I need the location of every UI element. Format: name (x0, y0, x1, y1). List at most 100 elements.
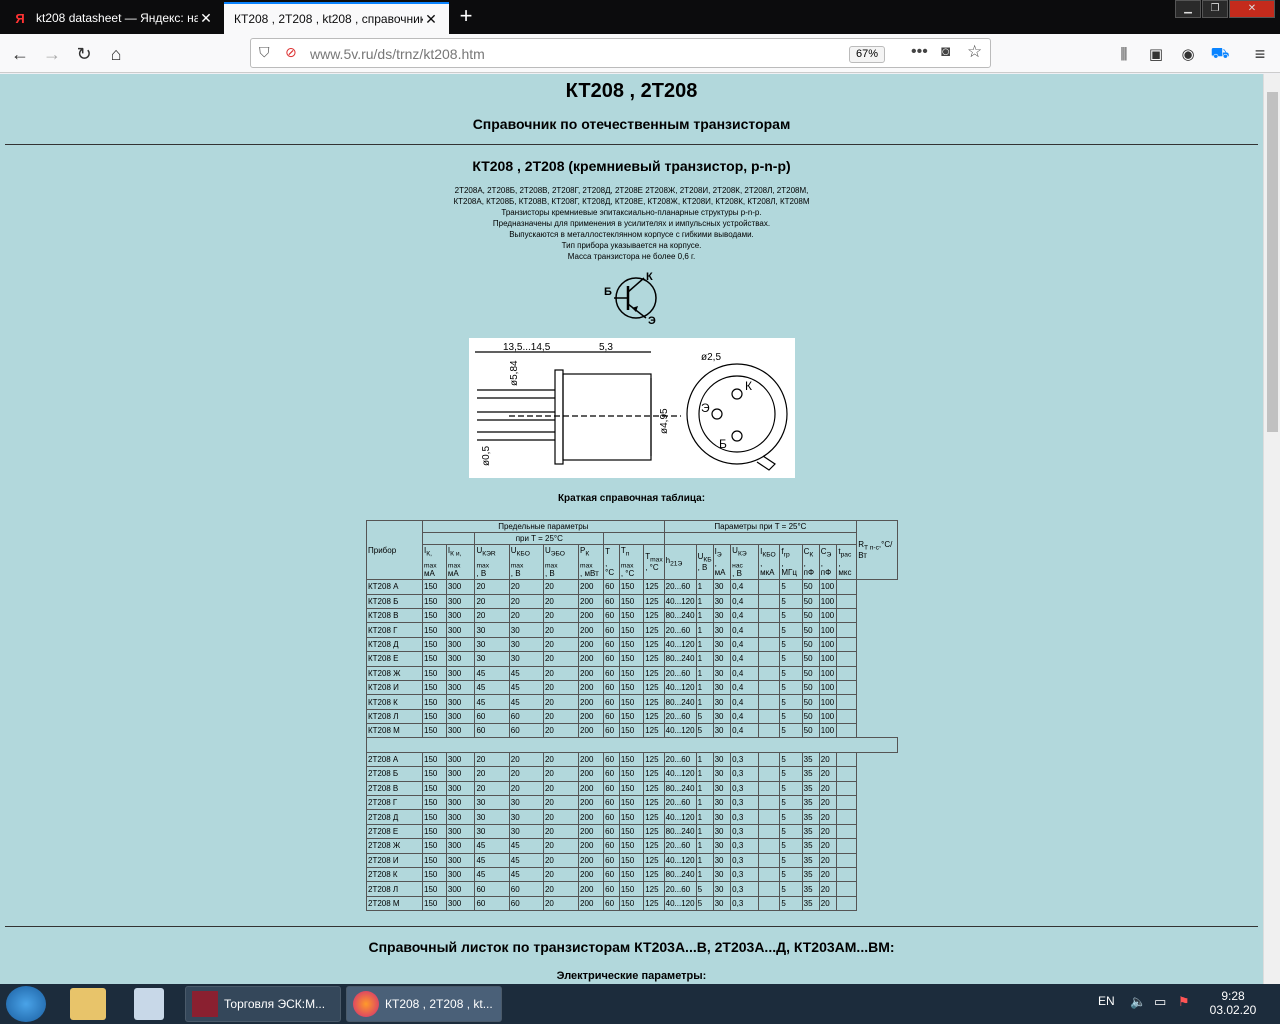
value-cell: 300 (445, 809, 476, 825)
home-icon[interactable]: ⌂ (102, 40, 130, 68)
value-cell (758, 607, 781, 624)
device-cell: КТ208 Ж (366, 665, 423, 681)
value-cell: 30 (712, 895, 732, 912)
value-cell: 45 (474, 679, 510, 696)
value-cell: 150 (422, 622, 447, 638)
scroll-thumb[interactable] (1267, 92, 1278, 432)
table-row: 2Т208 Б 150 300 20 20 20 200 60 150 125 40...120 1 3… (366, 766, 898, 782)
bookmark-star-icon[interactable]: ☆ (967, 42, 982, 62)
account-icon[interactable]: ◉ (1174, 40, 1202, 68)
value-cell: 50 (801, 636, 820, 653)
back-icon[interactable]: ← (6, 40, 34, 68)
menu-icon[interactable]: ≡ (1246, 40, 1274, 68)
url-bar[interactable]: ⛉ ⊘ www.5v.ru/ds/trnz/kt208.htm 67% ••• … (250, 38, 991, 68)
tab-yandex[interactable]: Я kt208 datasheet — Яндекс: на ✕ (2, 2, 224, 34)
value-cell: 45 (508, 838, 544, 854)
value-cell: 20 (474, 593, 510, 609)
start-button[interactable] (6, 986, 46, 1022)
value-cell: 30 (474, 622, 510, 638)
table-row: КТ208 Г 150 300 30 30 20 200 60 150 125 20...60 1 30… (366, 622, 898, 638)
new-tab-button[interactable]: + (452, 2, 480, 32)
value-cell: 5 (779, 636, 803, 653)
value-cell: 0,3 (730, 852, 760, 869)
value-cell: 50 (801, 622, 820, 638)
value-cell: 20 (542, 823, 580, 840)
col-header: CК, пФ (801, 543, 820, 581)
close-tab-icon[interactable]: ✕ (198, 10, 214, 27)
value-cell: 20 (818, 838, 838, 854)
desc-line: Выпускаются в металлостеклянном корпусе … (509, 230, 754, 239)
value-cell: 5 (779, 766, 803, 782)
minimize-button[interactable]: ▁ (1175, 0, 1201, 18)
close-tab-icon[interactable]: ✕ (423, 11, 439, 28)
dim-pin: ø0,5 (481, 446, 492, 466)
value-cell: 60 (603, 895, 620, 912)
value-cell: 1 (695, 694, 714, 710)
value-cell: 125 (643, 622, 665, 638)
library-icon[interactable]: ⫼ (1110, 40, 1138, 68)
value-cell: 20 (542, 895, 580, 912)
value-cell: 0,4 (730, 622, 760, 638)
url-text[interactable]: www.5v.ru/ds/trnz/kt208.htm (310, 46, 485, 62)
device-cell: 2Т208 Л (366, 881, 423, 897)
col-header: IКБО, мкА (758, 543, 781, 581)
tab-title: КТ208 , 2Т208 , kt208 , справочник (234, 12, 423, 26)
volume-icon[interactable]: 🔈 (1130, 994, 1146, 1010)
language-indicator[interactable]: EN (1098, 994, 1115, 1008)
label-k: К (646, 271, 653, 283)
value-cell (758, 593, 781, 609)
value-cell: 200 (578, 636, 605, 653)
cart-icon[interactable]: ⛟ (1206, 40, 1234, 68)
value-cell: 125 (643, 838, 665, 854)
value-cell: 5 (779, 723, 803, 739)
value-cell: 60 (508, 895, 544, 912)
clock[interactable]: 9:28 03.02.20 (1208, 989, 1258, 1017)
value-cell: 60 (603, 823, 620, 840)
value-cell: 150 (618, 766, 645, 782)
value-cell: 20 (542, 809, 580, 825)
value-cell: 1 (695, 780, 714, 797)
forward-icon[interactable]: → (38, 40, 66, 68)
value-cell: 150 (618, 838, 645, 854)
desc-line: Масса транзистора не более 0,6 г. (567, 252, 696, 261)
value-cell: 200 (578, 795, 605, 811)
maximize-button[interactable]: ❐ (1202, 0, 1228, 18)
taskbar-item-firefox[interactable]: КТ208 , 2Т208 , kt... (346, 986, 502, 1022)
value-cell: 20 (818, 766, 838, 782)
scrollbar[interactable] (1263, 74, 1280, 984)
value-cell: 300 (445, 679, 476, 696)
page-actions-icon[interactable]: ••• (911, 43, 928, 61)
value-cell: 20...60 (663, 838, 697, 854)
value-cell (836, 866, 858, 883)
sidebar-icon[interactable]: ▣ (1142, 40, 1170, 68)
desc-line: Тип прибора указывается на корпусе. (561, 241, 702, 250)
tab-kt208[interactable]: КТ208 , 2Т208 , kt208 , справочник ✕ (224, 2, 449, 34)
value-cell: 100 (818, 607, 838, 624)
calculator-icon[interactable] (134, 988, 164, 1020)
value-cell: 150 (422, 852, 447, 869)
reload-icon[interactable]: ↻ (70, 40, 98, 68)
label-e: Э (648, 315, 656, 327)
nav-toolbar: ← → ↻ ⌂ ⛉ ⊘ www.5v.ru/ds/trnz/kt208.htm … (0, 34, 1280, 73)
value-cell: 60 (508, 708, 544, 725)
taskbar-item-1c[interactable]: Торговля ЭСК:М... (185, 986, 341, 1022)
col-device: Прибор (366, 519, 423, 581)
close-window-button[interactable]: ✕ (1229, 0, 1275, 18)
value-cell: 1 (695, 823, 714, 840)
value-cell: 20...60 (663, 622, 697, 638)
value-cell: 0,4 (730, 679, 760, 696)
insecure-lock-icon[interactable]: ⊘ (285, 44, 297, 61)
network-icon[interactable]: ▭ (1154, 994, 1166, 1010)
zoom-indicator[interactable]: 67% (849, 46, 885, 63)
value-cell: 60 (603, 636, 620, 653)
device-cell: 2Т208 Б (366, 766, 423, 782)
value-cell: 1 (695, 852, 714, 869)
table-row: КТ208 Е 150 300 30 30 20 200 60 150 125 80...240 1 3… (366, 651, 898, 667)
table-row: 2Т208 Г 150 300 30 30 20 200 60 150 125 20...60 1 30… (366, 795, 898, 811)
pocket-icon[interactable]: ◙ (941, 43, 950, 60)
value-cell (758, 708, 781, 725)
value-cell: 125 (643, 809, 665, 825)
explorer-icon[interactable] (70, 988, 106, 1020)
shield-icon[interactable]: ⛉ (259, 44, 270, 61)
flag-icon[interactable]: ⚑ (1178, 994, 1190, 1010)
